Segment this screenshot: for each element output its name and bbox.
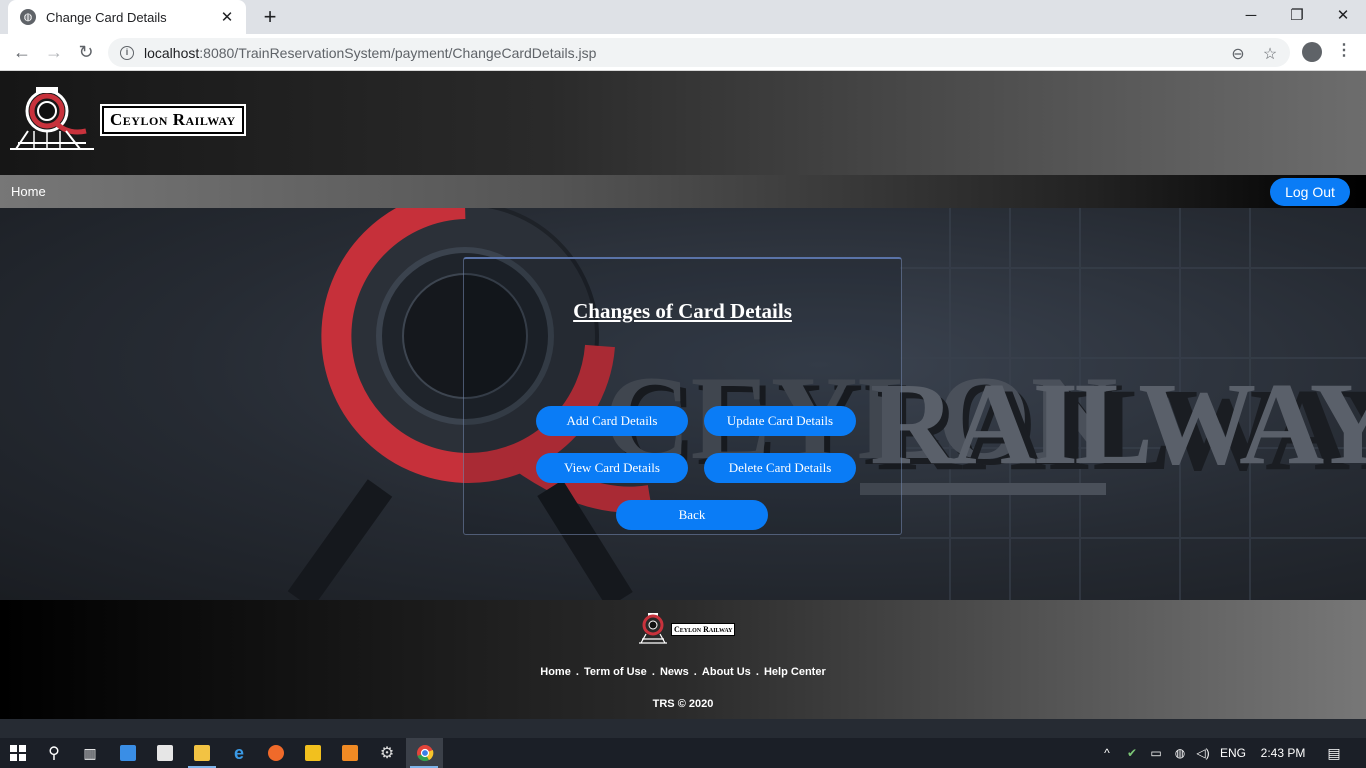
panel-title: Changes of Card Details xyxy=(573,299,792,323)
back-arrow-icon[interactable]: ← xyxy=(10,40,34,64)
card-details-panel: Changes of Card Details Add Card Details… xyxy=(463,257,902,535)
footer-logo-wordmark: Ceylon Railway xyxy=(671,622,736,636)
edge-icon[interactable]: e xyxy=(221,738,257,768)
footer-separator: . xyxy=(575,666,579,678)
footer-separator: . xyxy=(755,666,759,678)
language-indicator[interactable]: ENG xyxy=(1218,738,1248,768)
footer-logo: Ceylon Railway xyxy=(637,612,736,646)
update-card-details-button[interactable]: Update Card Details xyxy=(704,406,856,436)
web-page: Ceylon Railway Home Log Out CEYLON CEYLO… xyxy=(0,71,1366,719)
minimize-icon[interactable]: ─ xyxy=(1228,2,1274,30)
chrome-icon[interactable] xyxy=(406,738,443,768)
footer-separator: . xyxy=(693,666,697,678)
forward-arrow-icon[interactable]: → xyxy=(42,40,66,64)
notifications-icon[interactable]: ▤ xyxy=(1322,738,1346,768)
footer-train-logo-icon xyxy=(639,613,667,644)
media-player-icon[interactable] xyxy=(295,738,331,768)
file-explorer-icon[interactable] xyxy=(184,738,220,768)
volume-icon[interactable]: ◁) xyxy=(1193,738,1213,768)
svg-text:RAILWAY: RAILWAY xyxy=(870,358,1366,489)
reload-icon[interactable]: ↻ xyxy=(74,40,98,64)
settings-gear-icon[interactable]: ⚙ xyxy=(369,738,405,768)
new-tab-button[interactable]: + xyxy=(258,4,282,30)
site-logo[interactable]: Ceylon Railway xyxy=(6,85,246,155)
search-icon[interactable]: ⚲ xyxy=(36,738,72,768)
footer-separator: . xyxy=(651,666,655,678)
close-window-icon[interactable]: ✕ xyxy=(1320,2,1366,30)
security-icon[interactable]: ✔ xyxy=(1122,738,1142,768)
footer-link-home[interactable]: Home xyxy=(540,666,571,678)
clock[interactable]: 2:43 PM xyxy=(1256,738,1310,768)
browser-toolbar: ← → ↻ i localhost:8080/TrainReservationS… xyxy=(0,34,1366,71)
url-path: :8080/TrainReservationSystem/payment/Cha… xyxy=(199,44,597,61)
site-navbar: Home Log Out xyxy=(0,175,1366,208)
browser-tab[interactable]: ◍ Change Card Details ✕ xyxy=(8,0,246,34)
add-card-details-button[interactable]: Add Card Details xyxy=(536,406,688,436)
logout-button[interactable]: Log Out xyxy=(1270,178,1350,206)
menu-icon[interactable]: ⋮ xyxy=(1336,40,1352,60)
footer-link-about[interactable]: About Us xyxy=(702,666,751,678)
star-icon[interactable]: ☆ xyxy=(1260,44,1280,64)
start-icon[interactable] xyxy=(0,738,36,768)
nav-home-link[interactable]: Home xyxy=(11,184,46,199)
site-footer: Ceylon Railway Home . Term of Use . News… xyxy=(0,600,1366,719)
globe-icon: ◍ xyxy=(20,9,36,25)
footer-copyright: TRS © 2020 xyxy=(652,698,714,710)
footer-link-terms[interactable]: Term of Use xyxy=(584,666,647,678)
windows-taskbar: ⚲ ▥ e ⚙ ^ ✔ ▭ ◍ ◁) ENG 2:43 PM ▤ xyxy=(0,738,1366,768)
close-tab-icon[interactable]: ✕ xyxy=(218,8,236,26)
info-icon[interactable]: i xyxy=(120,45,134,60)
footer-link-news[interactable]: News xyxy=(660,666,689,678)
address-bar[interactable]: i localhost:8080/TrainReservationSystem/… xyxy=(108,38,1290,67)
mail-icon[interactable] xyxy=(110,738,146,768)
url-host: localhost xyxy=(144,44,200,61)
browser-tabstrip: ◍ Change Card Details ✕ + ─ ❐ ✕ xyxy=(0,0,1366,34)
zoom-out-icon[interactable]: ⊖ xyxy=(1228,44,1248,64)
train-logo-icon xyxy=(10,87,94,150)
battery-icon[interactable]: ▭ xyxy=(1146,738,1166,768)
app-orange-icon[interactable] xyxy=(332,738,368,768)
chevron-up-icon[interactable]: ^ xyxy=(1098,738,1116,768)
view-card-details-button[interactable]: View Card Details xyxy=(536,453,688,483)
back-button[interactable]: Back xyxy=(616,500,768,530)
task-view-icon[interactable]: ▥ xyxy=(72,738,108,768)
restore-icon[interactable]: ❐ xyxy=(1274,2,1320,30)
site-header: Ceylon Railway xyxy=(0,71,1366,175)
logo-wordmark: Ceylon Railway xyxy=(100,104,246,136)
tab-title: Change Card Details xyxy=(46,9,167,25)
hero-section: CEYLON CEYLON RAILWAY RAILWAY Changes of… xyxy=(0,208,1366,600)
page-bottom-strip xyxy=(0,719,1366,738)
footer-link-help[interactable]: Help Center xyxy=(764,666,826,678)
delete-card-details-button[interactable]: Delete Card Details xyxy=(704,453,856,483)
profile-icon[interactable] xyxy=(1302,42,1322,62)
firefox-icon[interactable] xyxy=(258,738,294,768)
store-icon[interactable] xyxy=(147,738,183,768)
url-text: localhost:8080/TrainReservationSystem/pa… xyxy=(144,45,596,61)
network-globe-icon[interactable]: ◍ xyxy=(1170,738,1190,768)
footer-links: Home . Term of Use . News . About Us . H… xyxy=(0,666,1366,678)
